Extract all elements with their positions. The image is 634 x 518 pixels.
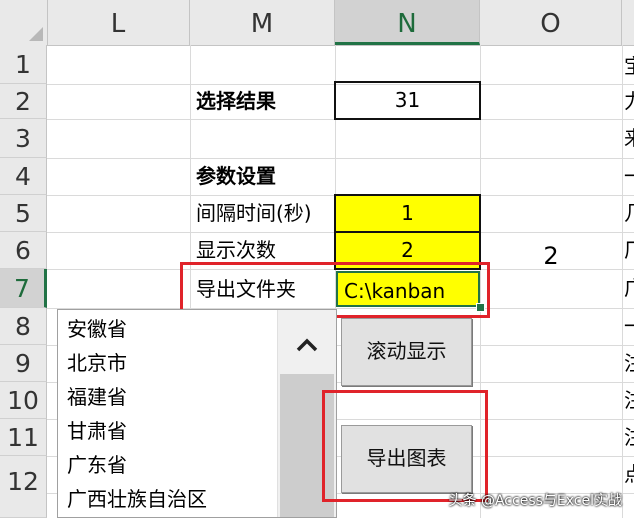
- chevron-up-icon: [296, 338, 318, 352]
- row-header-4[interactable]: 4: [0, 158, 47, 195]
- row-header-12[interactable]: 12: [0, 456, 47, 518]
- select-result-label: 选择结果: [196, 89, 276, 113]
- row-header-1[interactable]: 1: [0, 45, 47, 84]
- row-header-7[interactable]: 7: [0, 269, 47, 308]
- row-header-3[interactable]: 3: [0, 119, 47, 158]
- clipped-cell: 宝: [624, 47, 634, 86]
- clipped-cell: 注: [624, 345, 634, 382]
- column-header-m[interactable]: M: [190, 0, 335, 45]
- clipped-cell: 点: [624, 456, 634, 493]
- clipped-cell: 厂: [624, 232, 634, 269]
- spreadsheet: L M N O 1 2 3 4 5 6 7 8 9 10 11 12 选择结果 …: [0, 0, 634, 518]
- column-header-partial[interactable]: [622, 0, 634, 45]
- watermark: 头条 @Access与Excel实战: [448, 493, 622, 509]
- clipped-cell: 一: [624, 308, 634, 345]
- column-header-l[interactable]: L: [47, 0, 190, 45]
- row-header-6[interactable]: 6: [0, 232, 47, 269]
- row-header-2[interactable]: 2: [0, 84, 47, 119]
- scroll-up-button[interactable]: [278, 310, 336, 374]
- scroll-display-button[interactable]: 滚动显示: [341, 318, 472, 386]
- select-all-icon: [29, 27, 43, 41]
- interval-label: 间隔时间(秒): [196, 201, 312, 225]
- clipped-cell: 几: [624, 195, 634, 232]
- annotation-frame-export-chart: [322, 390, 488, 502]
- interval-input[interactable]: 1: [334, 194, 481, 233]
- row-header-10[interactable]: 10: [0, 382, 47, 419]
- select-result-value[interactable]: 31: [334, 81, 481, 120]
- row-header-5[interactable]: 5: [0, 195, 47, 232]
- row-header-9[interactable]: 9: [0, 345, 47, 382]
- column-header-n[interactable]: N: [335, 0, 480, 45]
- params-label: 参数设置: [196, 164, 276, 188]
- clipped-cell: 注: [624, 382, 634, 419]
- gridline: [47, 158, 634, 159]
- province-listbox[interactable]: 安徽省 北京市 福建省 甘肃省 广东省 广西壮族自治区: [57, 309, 337, 518]
- clipped-cell: 来: [624, 119, 634, 158]
- clipped-cell: 力: [624, 84, 634, 119]
- clipped-cell: 注: [624, 419, 634, 456]
- gridline: [622, 45, 623, 518]
- column-header-o[interactable]: O: [480, 0, 622, 45]
- cell-o6[interactable]: 2: [480, 238, 622, 275]
- row-header-8[interactable]: 8: [0, 308, 47, 345]
- select-all-corner[interactable]: [0, 0, 48, 45]
- clipped-cell: 一: [624, 158, 634, 195]
- clipped-cell: 广: [624, 269, 634, 308]
- row-header-11[interactable]: 11: [0, 419, 47, 456]
